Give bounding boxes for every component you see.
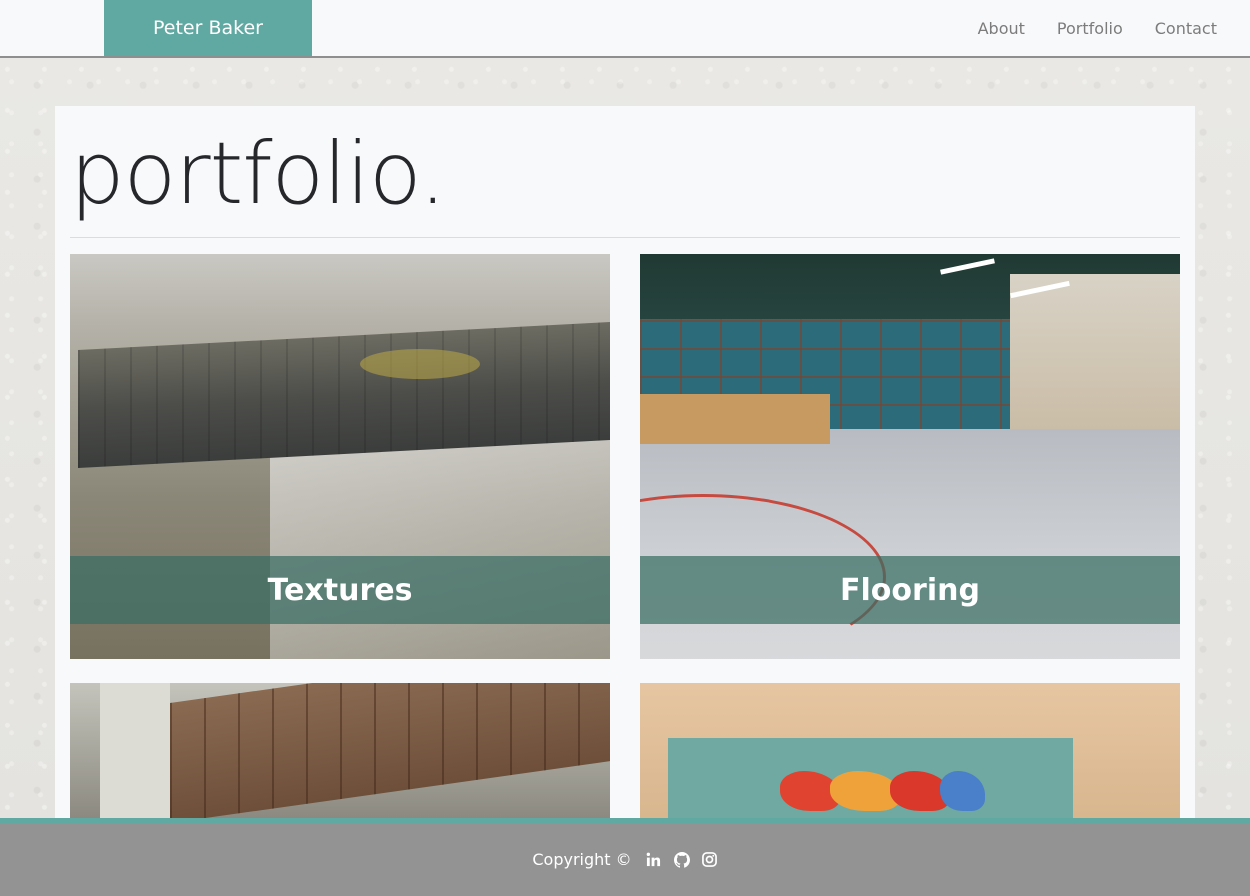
github-icon[interactable]	[673, 851, 690, 868]
navbar: Peter Baker About Portfolio Contact	[0, 0, 1250, 58]
footer: Copyright ©	[0, 818, 1250, 896]
nav-portfolio[interactable]: Portfolio	[1057, 19, 1123, 38]
main-container: portfolio. Textures Flooring	[55, 106, 1195, 818]
brand-logo[interactable]: Peter Baker	[104, 0, 312, 56]
card-caption-flooring: Flooring	[640, 556, 1180, 624]
portfolio-card-flooring[interactable]: Flooring	[640, 254, 1180, 659]
portfolio-card-textures[interactable]: Textures	[70, 254, 610, 659]
portfolio-card-wood[interactable]	[70, 683, 610, 818]
nav-links: About Portfolio Contact	[978, 0, 1217, 56]
card-caption-textures: Textures	[70, 556, 610, 624]
wood-image	[70, 683, 610, 818]
nav-about[interactable]: About	[978, 19, 1025, 38]
portfolio-card-graffiti[interactable]	[640, 683, 1180, 818]
social-icons	[646, 851, 718, 868]
instagram-icon[interactable]	[702, 852, 718, 868]
linkedin-icon[interactable]	[646, 852, 662, 868]
page-title: portfolio.	[70, 124, 446, 224]
title-divider	[70, 237, 1180, 238]
graffiti-image	[640, 683, 1180, 818]
copyright-text: Copyright ©	[532, 850, 632, 869]
nav-contact[interactable]: Contact	[1155, 19, 1217, 38]
